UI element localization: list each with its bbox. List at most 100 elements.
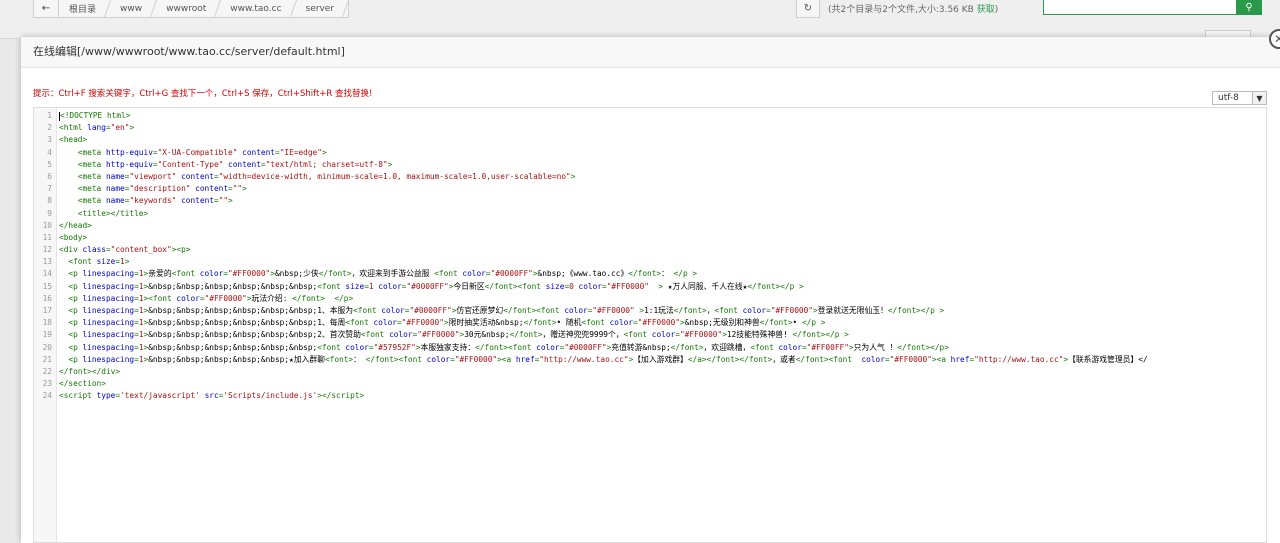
- code-token: </font></p >: [887, 306, 945, 315]
- code-token: 今日新区: [453, 281, 485, 291]
- code-line[interactable]: 20 <p linespacing=1>&nbsp;&nbsp;&nbsp;&n…: [34, 342, 1266, 354]
- code-line[interactable]: 6 <meta name="viewport" content="width=d…: [34, 171, 1266, 183]
- line-content[interactable]: <p linespacing=1>&nbsp;&nbsp;&nbsp;&nbsp…: [52, 305, 944, 317]
- code-line[interactable]: 18 <p linespacing=1>&nbsp;&nbsp;&nbsp;&n…: [34, 317, 1266, 329]
- line-content[interactable]: <p linespacing=1><font color="#FF0000">玩…: [52, 293, 353, 305]
- breadcrumb: ← 根目录 www wwwroot www.tao.cc server: [33, 0, 350, 18]
- code-token: linespacing: [82, 281, 135, 291]
- line-content[interactable]: <p linespacing=1>&nbsp;&nbsp;&nbsp;&nbsp…: [52, 281, 803, 293]
- line-content[interactable]: <html lang="en">: [52, 122, 134, 134]
- code-line[interactable]: 8 <meta name="keywords" content="">: [34, 195, 1266, 207]
- line-content[interactable]: <p linespacing=1>亲爱的<font color="#FF0000…: [52, 268, 697, 280]
- chevron-down-icon[interactable]: ▼: [1252, 92, 1266, 104]
- code-token: color: [609, 318, 634, 328]
- code-line[interactable]: 15 <p linespacing=1>&nbsp;&nbsp;&nbsp;&n…: [34, 281, 1266, 293]
- refresh-icon[interactable]: ↻: [796, 0, 820, 18]
- dir-size-text: (共2个目录与2个文件,大小:3.56 KB: [828, 5, 977, 15]
- code-token: ：: [353, 354, 366, 364]
- breadcrumb-item[interactable]: www: [110, 0, 156, 17]
- line-content[interactable]: </font></div>: [52, 366, 120, 378]
- line-content[interactable]: <!DOCTYPE html>: [52, 110, 130, 122]
- code-token: </p >: [801, 318, 826, 328]
- code-line[interactable]: 3 <head>: [34, 134, 1266, 146]
- code-lines[interactable]: 1 <!DOCTYPE html> 2 <html lang="en"> 3 <head>…: [34, 110, 1266, 403]
- code-line[interactable]: 10 </head>: [34, 220, 1266, 232]
- code-token: size: [96, 257, 116, 267]
- breadcrumb-item[interactable]: www.tao.cc: [220, 0, 295, 17]
- code-line[interactable]: 16 <p linespacing=1><font color="#FF0000…: [34, 293, 1266, 305]
- code-token: color: [861, 354, 885, 364]
- code-line[interactable]: 24 <script type='text/javascript' src='Sc…: [34, 390, 1266, 402]
- arrow-left-icon[interactable]: ←: [34, 0, 59, 17]
- code-line[interactable]: 17 <p linespacing=1>&nbsp;&nbsp;&nbsp;&n…: [34, 305, 1266, 317]
- code-token: linespacing: [82, 342, 135, 352]
- line-content[interactable]: <meta http-equiv="Content-Type" content=…: [52, 159, 393, 171]
- code-token: 【加入游戏群】: [633, 354, 688, 364]
- line-number: 22: [42, 366, 52, 376]
- code-token: color: [389, 330, 413, 340]
- encoding-select[interactable]: utf-8 ▼: [1212, 91, 1267, 105]
- line-content[interactable]: <title></title>: [52, 208, 148, 220]
- line-content[interactable]: <body>: [52, 232, 87, 244]
- line-number: 19: [42, 330, 52, 340]
- code-token: "#0000FF": [409, 306, 452, 315]
- line-content[interactable]: <meta name="keywords" content="">: [52, 195, 233, 207]
- line-content[interactable]: <meta name="viewport" content="width=dev…: [52, 171, 576, 183]
- code-token: <font>: [324, 354, 354, 364]
- line-content[interactable]: <head>: [52, 134, 87, 146]
- code-line[interactable]: 12 <div class="content_box"><p>: [34, 244, 1266, 256]
- code-line[interactable]: 2 <html lang="en">: [34, 122, 1266, 134]
- line-content[interactable]: <font size=1>: [52, 256, 129, 268]
- code-line[interactable]: 9 <title></title>: [34, 208, 1266, 220]
- code-token: <meta: [77, 196, 106, 206]
- code-token: ，欢迎跳槽，: [703, 342, 751, 352]
- line-content[interactable]: <script type='text/javascript' src='Scri…: [52, 390, 364, 402]
- code-token: "#FF00FF": [806, 342, 849, 352]
- code-token: ><p>: [171, 245, 191, 255]
- search-input[interactable]: [1043, 0, 1237, 15]
- code-line[interactable]: 4 <meta http-equiv="X-UA-Compatible" con…: [34, 147, 1266, 159]
- code-line[interactable]: 22 </font></div>: [34, 366, 1266, 378]
- code-token: src: [204, 391, 219, 401]
- breadcrumb-item[interactable]: 根目录: [59, 0, 110, 17]
- breadcrumb-item[interactable]: server: [296, 0, 349, 17]
- code-token: </font></p>: [897, 342, 949, 352]
- code-line[interactable]: 11 <body>: [34, 232, 1266, 244]
- code-token: <p: [68, 354, 83, 364]
- breadcrumb-item[interactable]: wwwroot: [156, 0, 220, 17]
- line-content[interactable]: </section>: [52, 378, 106, 390]
- line-content[interactable]: <meta http-equiv="X-UA-Compatible" conte…: [52, 147, 327, 159]
- code-line[interactable]: 7 <meta name="description" content="">: [34, 183, 1266, 195]
- code-token: <font: [623, 330, 652, 340]
- code-line[interactable]: 13 <font size=1>: [34, 256, 1266, 268]
- line-content[interactable]: <p linespacing=1>&nbsp;&nbsp;&nbsp;&nbsp…: [52, 342, 949, 354]
- code-token: </font></p >: [792, 330, 849, 340]
- code-token: "width=device-width, minimum-scale=1.0, …: [218, 171, 571, 181]
- get-size-link[interactable]: 获取: [977, 5, 995, 15]
- code-line[interactable]: 23 </section>: [34, 378, 1266, 390]
- search-icon[interactable]: ⚲: [1236, 0, 1262, 15]
- code-token: 只为人气 ！: [853, 342, 898, 352]
- line-content[interactable]: </head>: [52, 220, 92, 232]
- code-line[interactable]: 19 <p linespacing=1>&nbsp;&nbsp;&nbsp;&n…: [34, 329, 1266, 341]
- line-number: 11: [42, 232, 52, 242]
- code-line[interactable]: 21 <p linespacing=1>&nbsp;&nbsp;&nbsp;&n…: [34, 354, 1266, 366]
- code-token: &nbsp;&nbsp;&nbsp;&nbsp;&nbsp;★加入群聊: [148, 354, 325, 364]
- code-token: 'Scripts/include.js': [223, 391, 318, 401]
- code-editor[interactable]: 1 <!DOCTYPE html> 2 <html lang="en"> 3 <head>…: [33, 107, 1267, 543]
- line-content[interactable]: <div class="content_box"><p>: [52, 244, 190, 256]
- code-token: </p >: [673, 269, 698, 279]
- line-content[interactable]: <meta name="description" content="">: [52, 183, 247, 195]
- line-content[interactable]: <p linespacing=1>&nbsp;&nbsp;&nbsp;&nbsp…: [52, 354, 1147, 366]
- code-token: "#FF0000": [227, 269, 271, 279]
- code-token: content: [242, 147, 275, 157]
- line-content[interactable]: <p linespacing=1>&nbsp;&nbsp;&nbsp;&nbsp…: [52, 329, 849, 341]
- code-token: "Content-Type": [157, 159, 224, 169]
- code-line[interactable]: 1 <!DOCTYPE html>: [34, 110, 1266, 122]
- code-token: linespacing: [82, 269, 135, 279]
- shortcut-hint: 提示：Ctrl+F 搜索关键字，Ctrl+G 查找下一个，Ctrl+S 保存，C…: [33, 89, 373, 99]
- code-line[interactable]: 14 <p linespacing=1>亲爱的<font color="#FF0…: [34, 268, 1266, 280]
- code-line[interactable]: 5 <meta http-equiv="Content-Type" conten…: [34, 159, 1266, 171]
- line-content[interactable]: <p linespacing=1>&nbsp;&nbsp;&nbsp;&nbsp…: [52, 317, 825, 329]
